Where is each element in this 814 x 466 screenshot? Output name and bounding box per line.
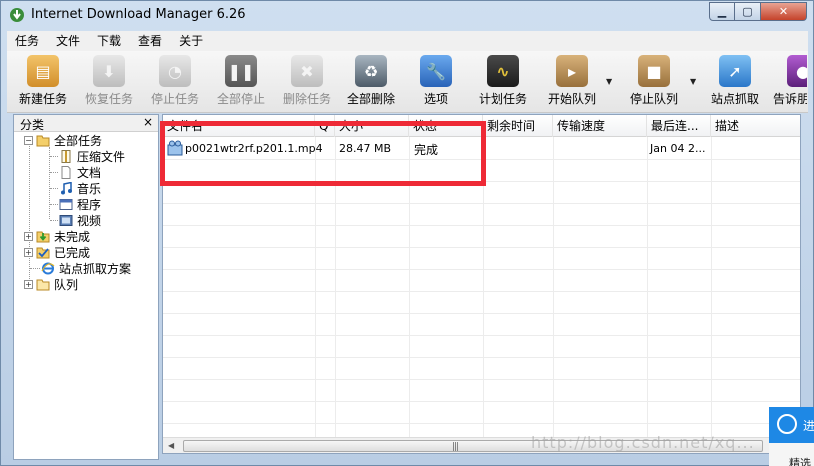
expand-icon[interactable]: + bbox=[24, 231, 33, 241]
tree-node-unfinished[interactable]: + 未完成 bbox=[24, 228, 90, 244]
scheduler-icon: ∿ bbox=[487, 55, 519, 87]
menu-file[interactable]: 文件 bbox=[48, 31, 89, 51]
site-grabber-icon: ➚ bbox=[719, 55, 751, 87]
site-grabber-button[interactable]: ➚ 站点抓取 bbox=[707, 55, 763, 111]
minimize-button[interactable]: ▁ bbox=[709, 2, 735, 21]
floating-overlay-button[interactable]: 进 bbox=[769, 407, 814, 443]
tell-friend-icon: ● bbox=[787, 55, 807, 87]
categories-header: 分类 × bbox=[14, 115, 158, 132]
delete-task-button[interactable]: ✖ 删除任务 bbox=[279, 55, 335, 111]
menu-about[interactable]: 关于 bbox=[171, 31, 212, 51]
column-description[interactable]: 描述 bbox=[711, 115, 800, 137]
resume-button[interactable]: ⬇ 恢复任务 bbox=[81, 55, 137, 111]
tree-node-documents[interactable]: 文档 bbox=[59, 164, 101, 180]
stop-task-button[interactable]: ◔ 停止任务 bbox=[147, 55, 203, 111]
start-queue-button[interactable]: ▸ 开始队列 bbox=[543, 55, 601, 111]
overlay-circle-icon bbox=[777, 414, 797, 434]
stop-queue-dropdown-icon[interactable]: ▼ bbox=[690, 77, 696, 86]
window-title: Internet Download Manager 6.26 bbox=[31, 7, 246, 22]
stop-task-icon: ◔ bbox=[159, 55, 191, 87]
stop-all-button[interactable]: ❚❚ 全部停止 bbox=[213, 55, 269, 111]
toolbar: ▤ 新建任务 ⬇ 恢复任务 ◔ 停止任务 ❚❚ 全部停止 ✖ 删除任务 ♻ 全部… bbox=[7, 51, 808, 113]
grip-icon: ||| bbox=[452, 442, 459, 452]
start-queue-icon: ▸ bbox=[556, 55, 588, 87]
delete-all-icon: ♻ bbox=[355, 55, 387, 87]
column-last-try[interactable]: 最后连... bbox=[647, 115, 711, 137]
ie-icon bbox=[41, 262, 55, 274]
tree-node-video[interactable]: 视频 bbox=[59, 212, 101, 228]
column-speed[interactable]: 传输速度 bbox=[553, 115, 647, 137]
collapse-icon[interactable]: − bbox=[24, 135, 33, 145]
stop-queue-button[interactable]: ■ 停止队列 bbox=[625, 55, 683, 111]
scroll-left-icon[interactable]: ◀ bbox=[168, 441, 174, 450]
new-task-icon: ▤ bbox=[27, 55, 59, 87]
unfinished-folder-icon bbox=[36, 231, 50, 242]
menu-view[interactable]: 查看 bbox=[130, 31, 171, 51]
folder-open-icon bbox=[36, 135, 50, 146]
maximize-icon: ▢ bbox=[742, 5, 753, 18]
menu-task[interactable]: 任务 bbox=[7, 31, 48, 51]
stop-queue-icon: ■ bbox=[638, 55, 670, 87]
tree-node-all-tasks[interactable]: − 全部任务 bbox=[24, 132, 102, 148]
expand-icon[interactable]: + bbox=[24, 279, 33, 289]
minimize-icon: ▁ bbox=[717, 5, 727, 18]
tree-node-programs[interactable]: 程序 bbox=[59, 196, 101, 212]
queue-folder-icon bbox=[36, 279, 50, 290]
watermark: http://blog.csdn.net/xq... bbox=[531, 433, 755, 452]
tree-node-finished[interactable]: + 已完成 bbox=[24, 244, 90, 260]
delete-all-button[interactable]: ♻ 全部删除 bbox=[343, 55, 399, 111]
tree-node-music[interactable]: 音乐 bbox=[59, 180, 101, 196]
finished-folder-icon bbox=[36, 247, 50, 258]
close-icon: ✕ bbox=[778, 5, 789, 18]
new-task-button[interactable]: ▤ 新建任务 bbox=[15, 55, 71, 111]
cell-last-try: Jan 04 2... bbox=[650, 142, 706, 155]
program-icon bbox=[59, 198, 73, 210]
tree-node-archives[interactable]: 压缩文件 bbox=[59, 148, 125, 164]
document-icon bbox=[61, 165, 71, 179]
column-time-left[interactable]: 剩余时间 bbox=[483, 115, 553, 137]
menu-download[interactable]: 下载 bbox=[89, 31, 130, 51]
tree-node-queues[interactable]: + 队列 bbox=[24, 276, 78, 292]
idm-window: Internet Download Manager 6.26 ▁ ▢ ✕ 任务 … bbox=[0, 0, 814, 466]
categories-title: 分类 bbox=[20, 118, 45, 132]
maximize-button[interactable]: ▢ bbox=[735, 2, 761, 21]
tell-friend-button[interactable]: ● 告诉朋友 bbox=[773, 55, 807, 111]
video-icon bbox=[59, 214, 73, 226]
stop-all-icon: ❚❚ bbox=[225, 55, 257, 87]
start-queue-dropdown-icon[interactable]: ▼ bbox=[606, 77, 612, 86]
music-icon bbox=[61, 181, 72, 194]
tree-node-site-grabber[interactable]: 站点抓取方案 bbox=[41, 260, 131, 276]
panel-close-icon[interactable]: × bbox=[143, 115, 153, 129]
delete-task-icon: ✖ bbox=[291, 55, 323, 87]
overlay-strip: 精选 bbox=[769, 443, 814, 466]
options-button[interactable]: 🔧 选项 bbox=[411, 55, 461, 111]
title-bar: Internet Download Manager 6.26 ▁ ▢ ✕ bbox=[1, 1, 814, 29]
expand-icon[interactable]: + bbox=[24, 247, 33, 257]
menu-bar: 任务 文件 下载 查看 关于 bbox=[7, 31, 808, 51]
close-button[interactable]: ✕ bbox=[761, 2, 807, 21]
red-highlight-box bbox=[160, 121, 486, 186]
resume-icon: ⬇ bbox=[93, 55, 125, 87]
categories-panel: 分类 × − 全部任务 压缩文件 文档 音乐 程序 视频 + 未完成 + 已完成… bbox=[13, 114, 159, 460]
idm-app-icon bbox=[10, 8, 24, 22]
wrench-icon: 🔧 bbox=[420, 55, 452, 87]
scheduler-button[interactable]: ∿ 计划任务 bbox=[475, 55, 531, 111]
archive-icon bbox=[61, 149, 71, 163]
